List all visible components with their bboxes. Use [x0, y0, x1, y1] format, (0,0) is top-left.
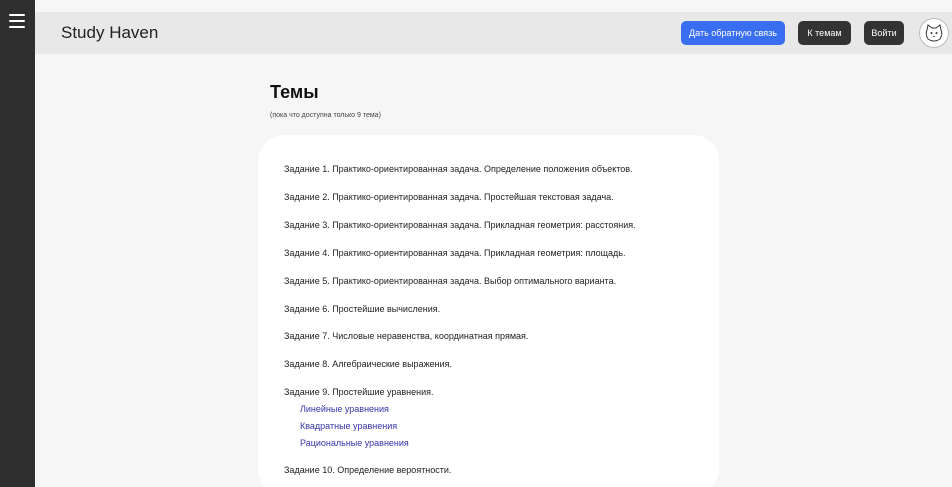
feedback-button[interactable]: Дать обратную связь — [681, 21, 785, 45]
task-item-5[interactable]: Задание 5. Практико-ориентированная зада… — [284, 276, 616, 286]
subtopic-link-rational[interactable]: Рациональные уравнения — [300, 438, 409, 448]
task-item-8[interactable]: Задание 8. Алгебраические выражения. — [284, 359, 452, 369]
login-button[interactable]: Войти — [864, 21, 904, 45]
menu-icon[interactable] — [9, 14, 25, 30]
task-item-10[interactable]: Задание 10. Определение вероятности. — [284, 465, 451, 475]
page-subtitle: (пока что доступна только 9 тема) — [270, 112, 381, 119]
task-item-2[interactable]: Задание 2. Практико-ориентированная зада… — [284, 192, 614, 202]
topics-button[interactable]: К темам — [798, 21, 851, 45]
task-item-4[interactable]: Задание 4. Практико-ориентированная зада… — [284, 248, 625, 258]
subtopic-link-linear[interactable]: Линейные уравнения — [300, 404, 389, 414]
task-item-3[interactable]: Задание 3. Практико-ориентированная зада… — [284, 220, 636, 230]
brand-title[interactable]: Study Haven — [61, 23, 158, 43]
sidebar — [0, 0, 35, 487]
task-item-9[interactable]: Задание 9. Простейшие уравнения. — [284, 387, 434, 397]
page-title: Темы — [270, 82, 319, 102]
subtopic-link-quadratic[interactable]: Квадратные уравнения — [300, 421, 397, 431]
task-item-1[interactable]: Задание 1. Практико-ориентированная зада… — [284, 164, 633, 174]
top-bar: Study Haven Дать обратную связь К темам … — [35, 12, 952, 54]
task-item-6[interactable]: Задание 6. Простейшие вычисления. — [284, 304, 440, 314]
task-item-7[interactable]: Задание 7. Числовые неравенства, координ… — [284, 331, 528, 341]
cat-avatar-icon[interactable] — [919, 18, 949, 48]
